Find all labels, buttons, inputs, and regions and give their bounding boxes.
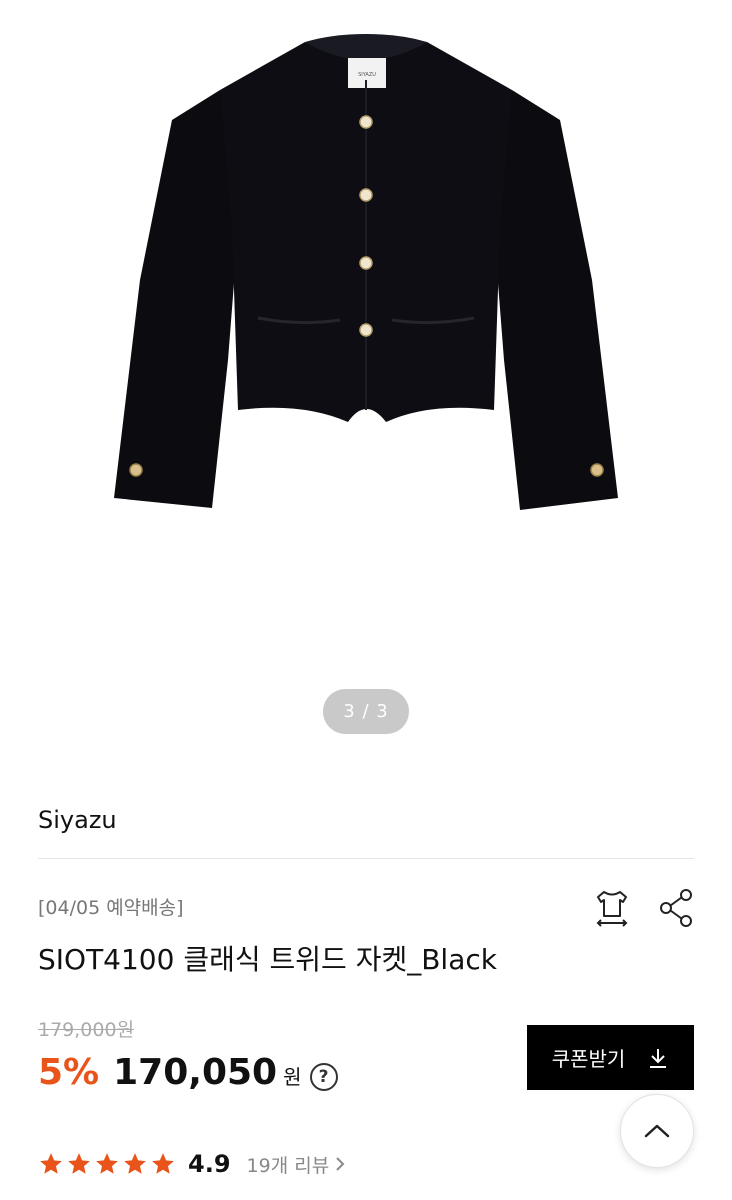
rating-stars [38,1151,176,1177]
coupon-button-label: 쿠폰받기 [551,1047,626,1071]
chevron-up-icon [644,1124,670,1138]
product-title: SIOT4100 클래식 트위드 자켓_Black [38,943,497,976]
star-icon [96,1153,118,1174]
rating-row[interactable]: 4.9 19개 리뷰 [38,1150,345,1178]
share-icon[interactable] [656,886,696,930]
product-image-gallery[interactable]: SIYAZU 3 / 3 [0,0,732,760]
star-icon [40,1153,62,1174]
review-count: 19개 리뷰 [246,1154,330,1177]
brand-name[interactable]: Siyazu [38,806,117,834]
original-price: 179,000원 [38,1019,135,1041]
product-image: SIYAZU [114,34,618,510]
discount-rate: 5% [38,1052,100,1093]
star-icon [124,1153,146,1174]
scroll-to-top-button[interactable] [620,1094,694,1168]
image-page-indicator: 3 / 3 [323,689,409,734]
divider [38,858,694,859]
download-icon [650,1048,667,1068]
review-count-link[interactable]: 19개 리뷰 [247,1151,346,1178]
garment-label-text: SIYAZU [358,72,376,78]
star-icon [152,1153,174,1174]
rating-value: 4.9 [188,1150,231,1178]
currency-unit: 원 [283,1065,302,1089]
star-icon [68,1153,90,1174]
sale-price: 170,050 [113,1052,278,1093]
delivery-tag: [04/05 예약배송] [38,897,184,919]
price-help-icon[interactable]: ? [309,1063,338,1091]
price-row: 5% 170,050 원 ? [38,1052,338,1093]
chevron-right-icon [336,1157,345,1171]
coupon-download-button[interactable]: 쿠폰받기 [527,1025,694,1090]
tshirt-size-icon[interactable] [590,886,634,930]
